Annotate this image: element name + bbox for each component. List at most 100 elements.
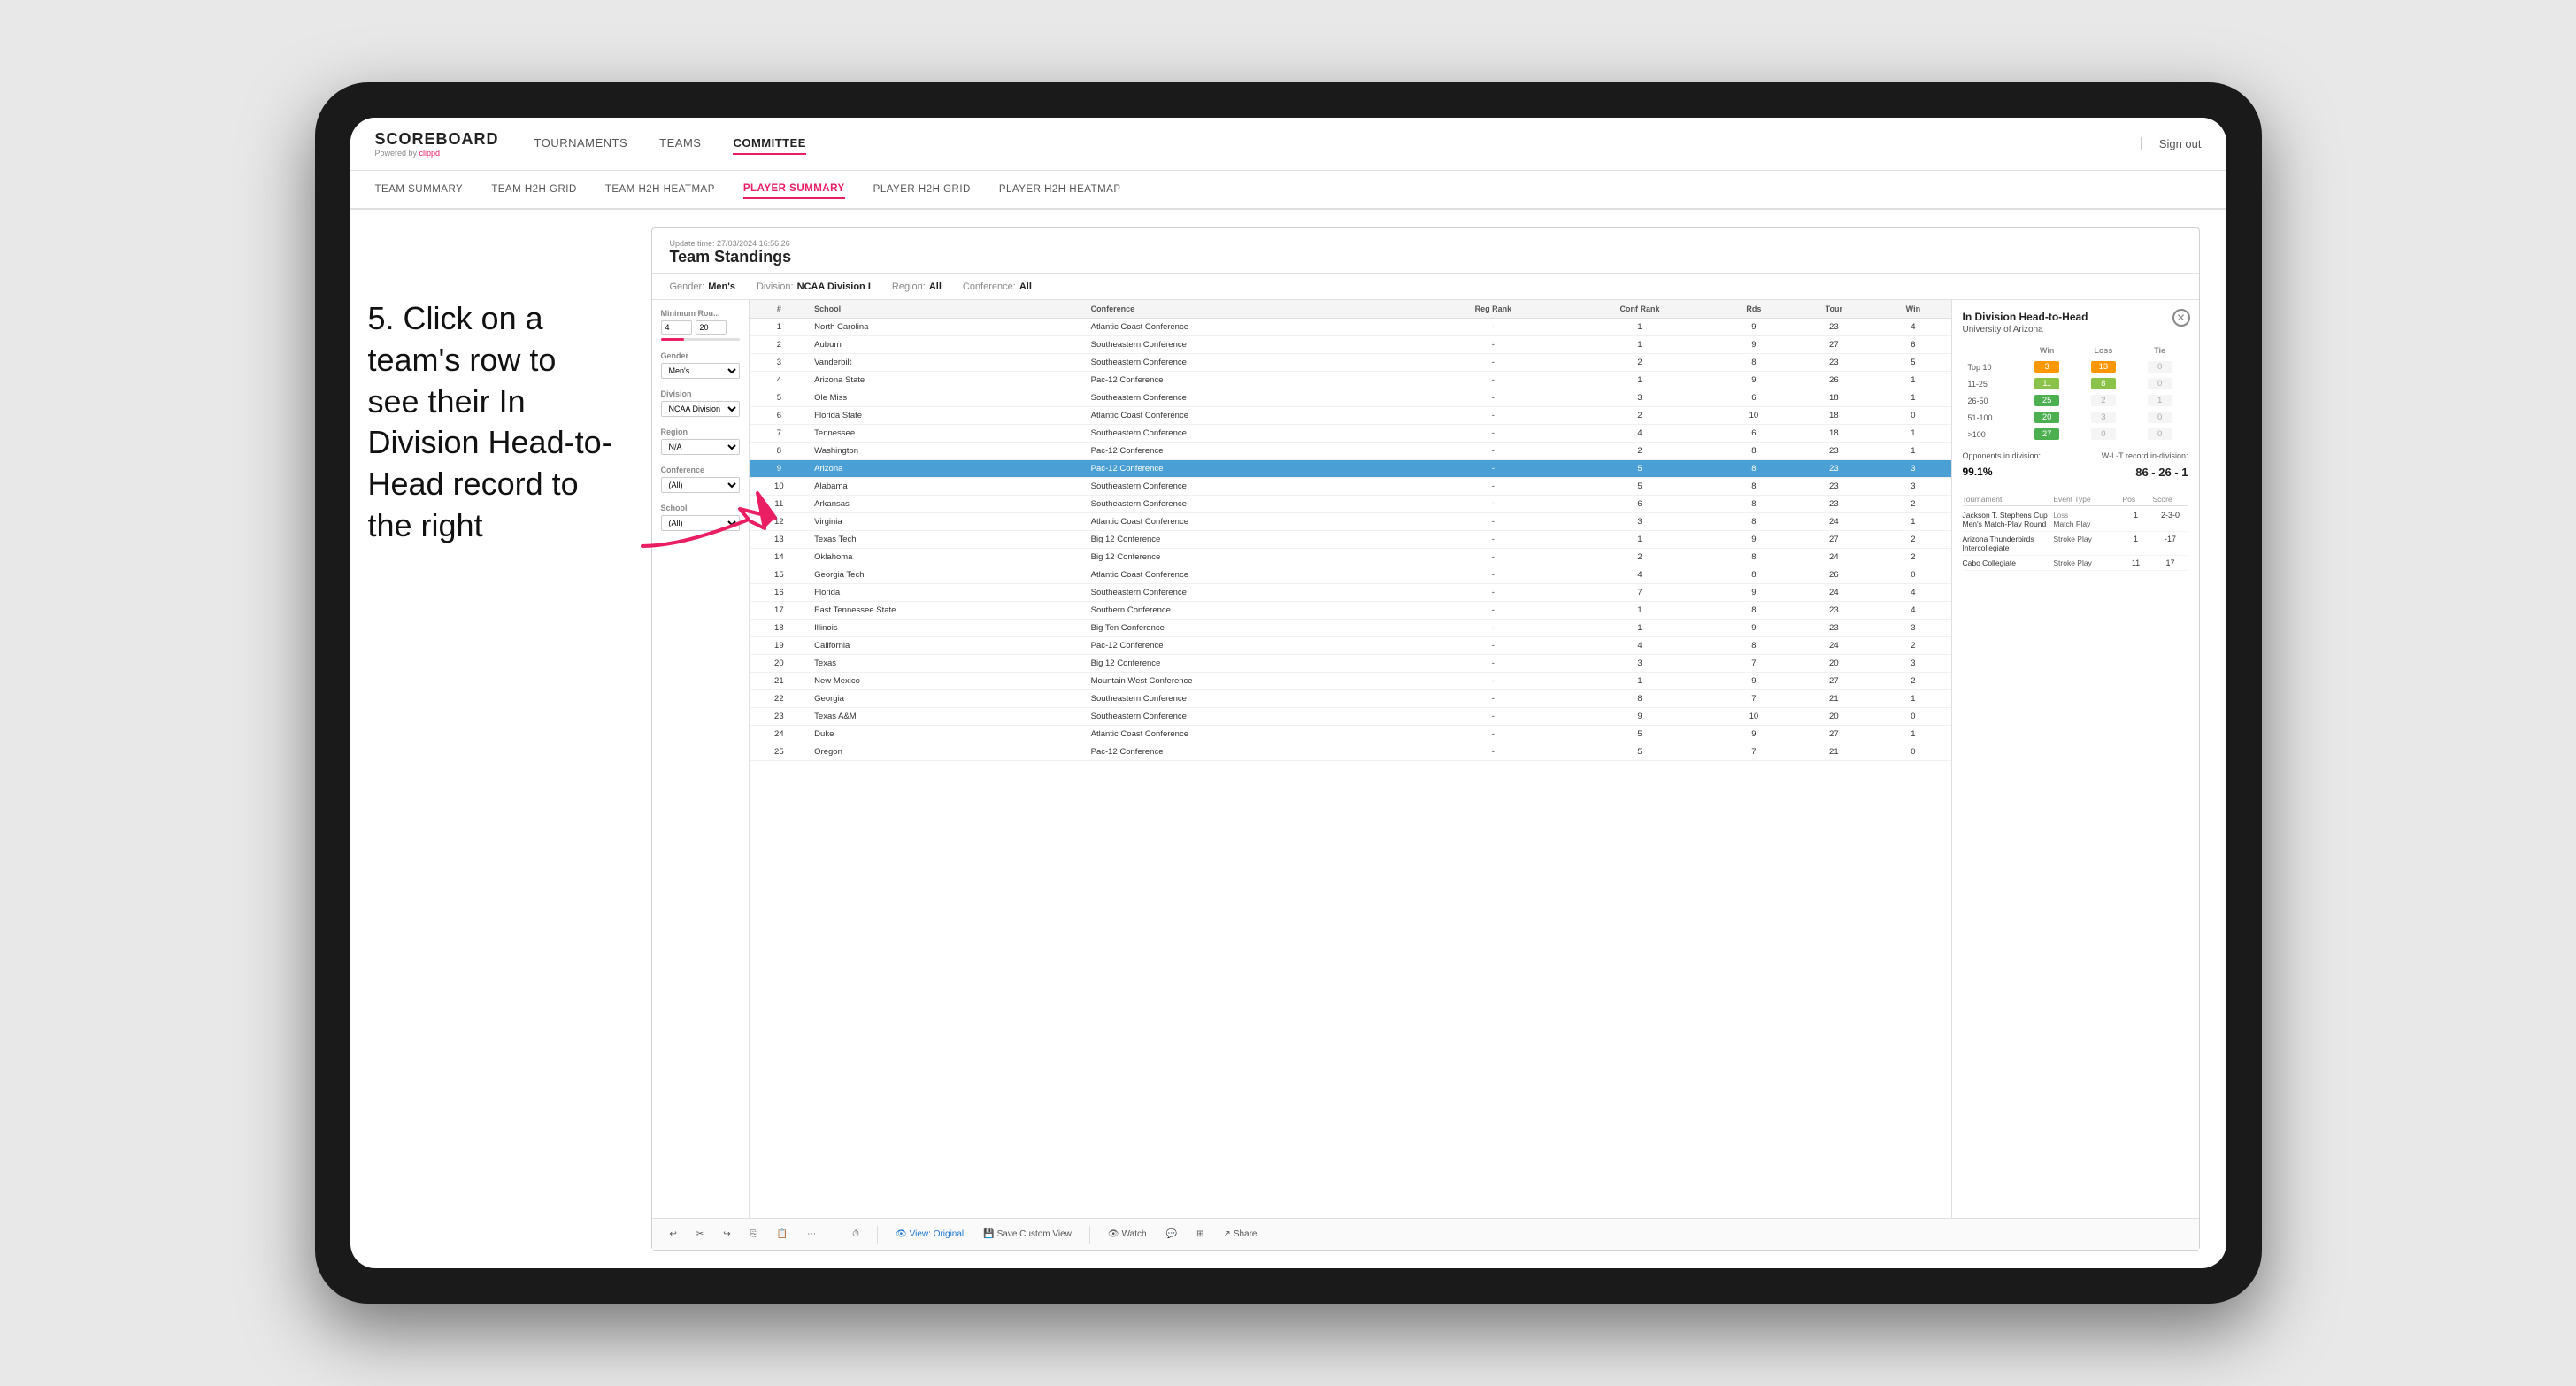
table-row[interactable]: 21 New Mexico Mountain West Conference -… — [750, 673, 1951, 690]
table-row[interactable]: 6 Florida State Atlantic Coast Conferenc… — [750, 407, 1951, 425]
tournament-type: Stroke Play — [2053, 535, 2118, 543]
conference-select[interactable]: (All) — [661, 477, 740, 493]
cell-tour: 27 — [1792, 673, 1875, 690]
cell-conference: Atlantic Coast Conference — [1086, 513, 1423, 531]
sign-out-button[interactable]: Sign out — [2141, 137, 2202, 150]
tournament-score: 17 — [2153, 558, 2188, 567]
h2h-label: 51-100 — [1963, 409, 2019, 426]
table-row[interactable]: 10 Alabama Southeastern Conference - 5 8… — [750, 478, 1951, 496]
logo-area: SCOREBOARD Powered by clippd — [375, 130, 499, 158]
table-row[interactable]: 3 Vanderbilt Southeastern Conference - 2… — [750, 354, 1951, 372]
table-row[interactable]: 13 Texas Tech Big 12 Conference - 1 9 27… — [750, 531, 1951, 549]
cell-win: 0 — [1875, 708, 1950, 726]
bottom-toolbar: ↩ ✂ ↪ ⎘ 📋 ⋯ ⏱ 👁 View: Original 💾 — [652, 1218, 2199, 1250]
cell-conference: Big Ten Conference — [1086, 620, 1423, 637]
cell-win: 3 — [1875, 460, 1950, 478]
min-rounds-input[interactable] — [661, 320, 692, 335]
cell-rank: 15 — [750, 566, 810, 584]
h2h-tie: 1 — [2132, 392, 2188, 409]
sub-nav-player-summary[interactable]: PLAYER SUMMARY — [743, 180, 845, 199]
cell-school: Illinois — [809, 620, 1085, 637]
cell-conference: Southeastern Conference — [1086, 584, 1423, 602]
watch-button[interactable]: 👁 Watch — [1103, 1227, 1152, 1242]
cell-school: Texas Tech — [809, 531, 1085, 549]
sub-nav-player-h2h-heatmap[interactable]: PLAYER H2H HEATMAP — [999, 181, 1121, 198]
cell-conf-rank: 1 — [1565, 602, 1716, 620]
close-h2h-button[interactable]: ✕ — [2172, 309, 2190, 327]
grid-button[interactable]: ⊞ — [1191, 1227, 1209, 1242]
col-reg-rank: Reg Rank — [1422, 300, 1564, 319]
table-row[interactable]: 16 Florida Southeastern Conference - 7 9… — [750, 584, 1951, 602]
main-content: 5. Click on a team's row to see their In… — [350, 210, 2226, 1268]
table-row[interactable]: 23 Texas A&M Southeastern Conference - 9… — [750, 708, 1951, 726]
division-select[interactable]: NCAA Division I — [661, 401, 740, 417]
table-row[interactable]: 18 Illinois Big Ten Conference - 1 9 23 … — [750, 620, 1951, 637]
cell-school: Arizona — [809, 460, 1085, 478]
cell-reg-rank: - — [1422, 566, 1564, 584]
cell-rds: 9 — [1715, 372, 1792, 389]
comment-button[interactable]: 💬 — [1161, 1227, 1182, 1242]
nav-tournaments[interactable]: TOURNAMENTS — [534, 133, 628, 155]
min-rounds-max-input[interactable] — [696, 320, 727, 335]
undo-button[interactable]: ↩ — [665, 1227, 682, 1242]
cell-conf-rank: 5 — [1565, 743, 1716, 761]
table-row[interactable]: 17 East Tennessee State Southern Confere… — [750, 602, 1951, 620]
cell-school: Duke — [809, 726, 1085, 743]
table-row[interactable]: 15 Georgia Tech Atlantic Coast Conferenc… — [750, 566, 1951, 584]
cell-conf-rank: 9 — [1565, 708, 1716, 726]
table-row[interactable]: 14 Oklahoma Big 12 Conference - 2 8 24 2 — [750, 549, 1951, 566]
cell-conf-rank: 1 — [1565, 620, 1716, 637]
table-row[interactable]: 19 California Pac-12 Conference - 4 8 24… — [750, 637, 1951, 655]
table-row[interactable]: 2 Auburn Southeastern Conference - 1 9 2… — [750, 336, 1951, 354]
sub-nav-team-summary[interactable]: TEAM SUMMARY — [375, 181, 464, 198]
nav-committee[interactable]: COMMITTEE — [733, 133, 806, 155]
table-row[interactable]: 11 Arkansas Southeastern Conference - 6 … — [750, 496, 1951, 513]
table-row[interactable]: 24 Duke Atlantic Coast Conference - 5 9 … — [750, 726, 1951, 743]
save-custom-view-button[interactable]: 💾 Save Custom View — [978, 1227, 1077, 1242]
cell-rds: 8 — [1715, 637, 1792, 655]
table-row[interactable]: 7 Tennessee Southeastern Conference - 4 … — [750, 425, 1951, 443]
nav-teams[interactable]: TEAMS — [659, 133, 701, 155]
cell-win: 1 — [1875, 389, 1950, 407]
sub-nav-team-h2h-grid[interactable]: TEAM H2H GRID — [491, 181, 577, 198]
cell-win: 3 — [1875, 478, 1950, 496]
copy-button[interactable]: ⎘ — [745, 1227, 763, 1242]
cell-conference: Southeastern Conference — [1086, 425, 1423, 443]
table-row[interactable]: 9 Arizona Pac-12 Conference - 5 8 23 3 — [750, 460, 1951, 478]
more-button[interactable]: ⋯ — [802, 1227, 821, 1242]
cell-reg-rank: - — [1422, 425, 1564, 443]
tournament-name: Arizona Thunderbirds Intercollegiate — [1963, 535, 2050, 552]
sheet-header: Update time: 27/03/2024 16:56:26 Team St… — [652, 228, 2199, 274]
cell-rds: 9 — [1715, 336, 1792, 354]
cell-tour: 20 — [1792, 655, 1875, 673]
conference-filter: Conference: All — [963, 281, 1032, 292]
clock-button[interactable]: ⏱ — [847, 1227, 865, 1242]
cut-button[interactable]: ✂ — [691, 1227, 709, 1242]
table-row[interactable]: 8 Washington Pac-12 Conference - 2 8 23 … — [750, 443, 1951, 460]
min-rounds-slider[interactable] — [661, 338, 740, 341]
h2h-col-win: Win — [2019, 343, 2075, 358]
gender-select[interactable]: Men's — [661, 363, 740, 379]
table-row[interactable]: 25 Oregon Pac-12 Conference - 5 7 21 0 — [750, 743, 1951, 761]
table-row[interactable]: 22 Georgia Southeastern Conference - 8 7… — [750, 690, 1951, 708]
school-select[interactable]: (All) — [661, 515, 740, 531]
tournament-list: Tournament Event Type Pos Score Jackson … — [1963, 493, 2188, 571]
cell-conference: Southeastern Conference — [1086, 708, 1423, 726]
region-select[interactable]: N/A — [661, 439, 740, 455]
sub-nav-player-h2h-grid[interactable]: PLAYER H2H GRID — [873, 181, 971, 198]
table-row[interactable]: 1 North Carolina Atlantic Coast Conferen… — [750, 319, 1951, 336]
cell-rank: 1 — [750, 319, 810, 336]
cell-school: Georgia Tech — [809, 566, 1085, 584]
cell-win: 2 — [1875, 496, 1950, 513]
cell-conf-rank: 4 — [1565, 637, 1716, 655]
table-row[interactable]: 5 Ole Miss Southeastern Conference - 3 6… — [750, 389, 1951, 407]
redo-button[interactable]: ↪ — [718, 1227, 735, 1242]
table-row[interactable]: 4 Arizona State Pac-12 Conference - 1 9 … — [750, 372, 1951, 389]
table-row[interactable]: 12 Virginia Atlantic Coast Conference - … — [750, 513, 1951, 531]
view-original-button[interactable]: 👁 View: Original — [890, 1227, 969, 1242]
table-row[interactable]: 20 Texas Big 12 Conference - 3 7 20 3 — [750, 655, 1951, 673]
sub-nav-team-h2h-heatmap[interactable]: TEAM H2H HEATMAP — [605, 181, 715, 198]
cell-rds: 10 — [1715, 407, 1792, 425]
share-button[interactable]: ↗ Share — [1218, 1227, 1262, 1242]
paste-button[interactable]: 📋 — [772, 1227, 793, 1242]
